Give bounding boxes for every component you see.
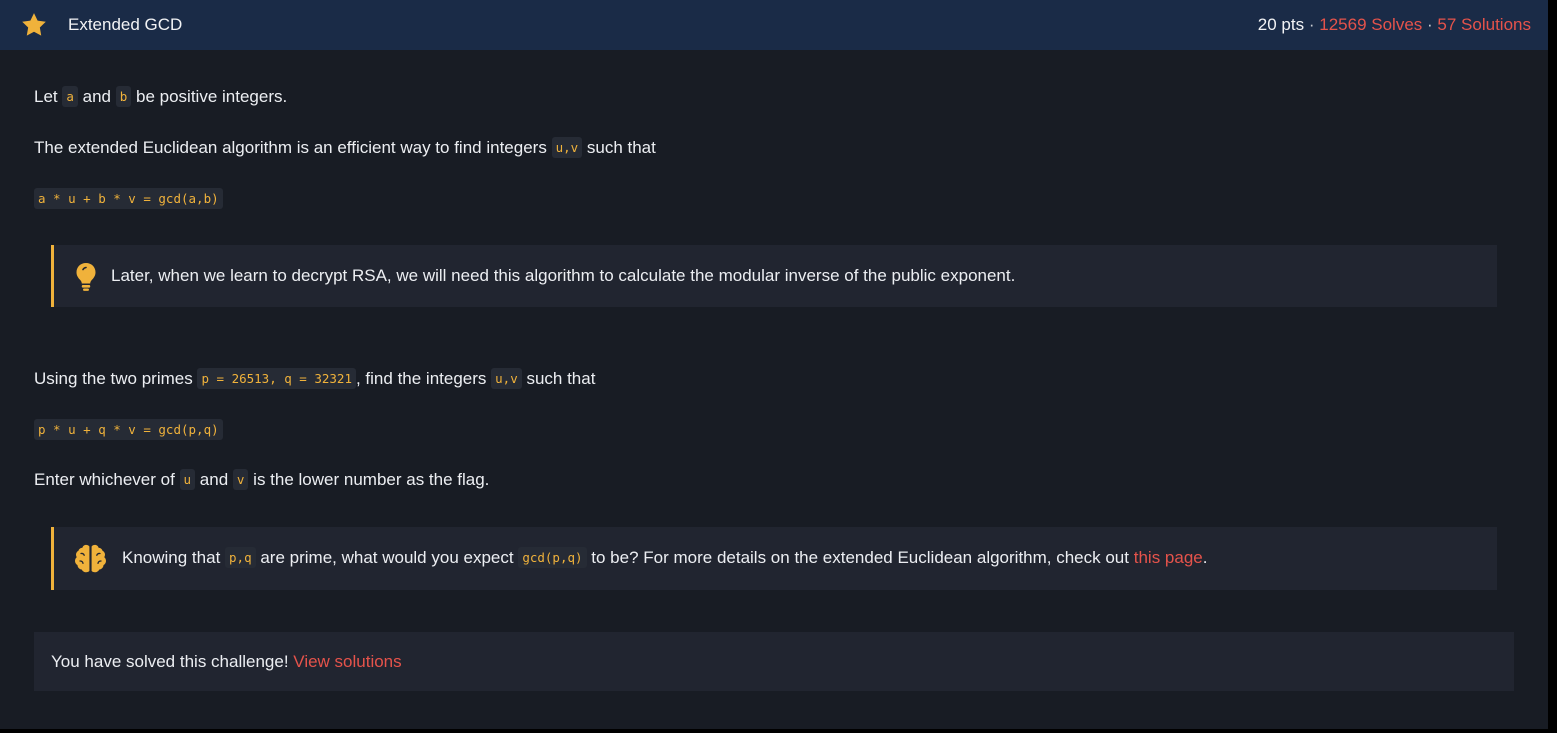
hint-2-to-be: to be? For more details on the extended … [591, 548, 1129, 567]
hint-2-period: . [1202, 548, 1208, 567]
prime-values: p = 26513, q = 32321 [197, 368, 356, 389]
hint-2-knowing: Knowing that [122, 548, 221, 567]
solved-text: You have solved this challenge! [51, 652, 289, 671]
hint-callout-1: Later, when we learn to decrypt RSA, we … [51, 245, 1497, 307]
challenge-title: Extended GCD [68, 15, 183, 34]
this-page-link[interactable]: this page [1134, 548, 1203, 567]
challenge-stats: 20 pts · 12569 Solves · 57 Solutions [1258, 15, 1531, 35]
formula-ab: a * u + b * v = gcd(a,b) [34, 188, 223, 209]
flag-text: Enter whichever of [34, 470, 175, 489]
intro-and: and [82, 87, 112, 106]
flag-paragraph: Enter whichever of u and v is the lower … [34, 469, 489, 491]
gcd-pq: gcd(p,q) [518, 547, 587, 568]
brain-icon [75, 544, 106, 573]
hint-1-text: Later, when we learn to decrypt RSA, we … [111, 266, 1016, 285]
primes-such-that: such that [526, 369, 596, 388]
euclid-paragraph: The extended Euclidean algorithm is an e… [34, 137, 656, 159]
var-u: u [179, 469, 196, 490]
intro-rest: be positive integers. [136, 87, 288, 106]
view-solutions-link[interactable]: View solutions [293, 652, 401, 671]
separator: · [1308, 15, 1315, 34]
solved-message: You have solved this challenge! View sol… [51, 651, 402, 673]
formula-1: a * u + b * v = gcd(a,b) [34, 188, 223, 210]
flag-rest: is the lower number as the flag. [253, 470, 490, 489]
challenge-header[interactable]: Extended GCD 20 pts · 12569 Solves · 57 … [0, 0, 1548, 50]
separator: · [1427, 15, 1433, 34]
intro-paragraph: Let a and b be positive integers. [34, 86, 287, 108]
formula-pq: p * u + q * v = gcd(p,q) [34, 419, 223, 440]
primes-paragraph: Using the two primes p = 26513, q = 3232… [34, 368, 595, 390]
lightbulb-icon [76, 263, 96, 291]
hint-2-are-prime: are prime, what would you expect [260, 548, 514, 567]
intro-let: Let [34, 87, 58, 106]
solved-banner: You have solved this challenge! View sol… [34, 632, 1514, 691]
star-icon[interactable] [20, 11, 48, 39]
var-v: v [232, 469, 249, 490]
primes-find: , find the integers [355, 369, 487, 388]
primes-text: Using the two primes [34, 369, 193, 388]
flag-and: and [199, 470, 229, 489]
hint-callout-2: Knowing that p,q are prime, what would y… [51, 527, 1497, 590]
var-b: b [115, 86, 132, 107]
var-uv: u,v [491, 368, 522, 389]
var-pq: p,q [225, 547, 256, 568]
var-uv: u,v [551, 137, 583, 158]
challenge-panel: Extended GCD 20 pts · 12569 Solves · 57 … [0, 0, 1548, 729]
euclid-such-that: such that [586, 138, 656, 157]
hint-2-text: Knowing that p,q are prime, what would y… [122, 547, 1207, 569]
solves-link[interactable]: 12569 Solves [1319, 15, 1422, 34]
solutions-link[interactable]: 57 Solutions [1437, 15, 1531, 34]
var-a: a [62, 86, 78, 107]
formula-2: p * u + q * v = gcd(p,q) [34, 419, 223, 441]
points-label: 20 pts [1257, 15, 1305, 34]
euclid-text: The extended Euclidean algorithm is an e… [34, 138, 547, 157]
